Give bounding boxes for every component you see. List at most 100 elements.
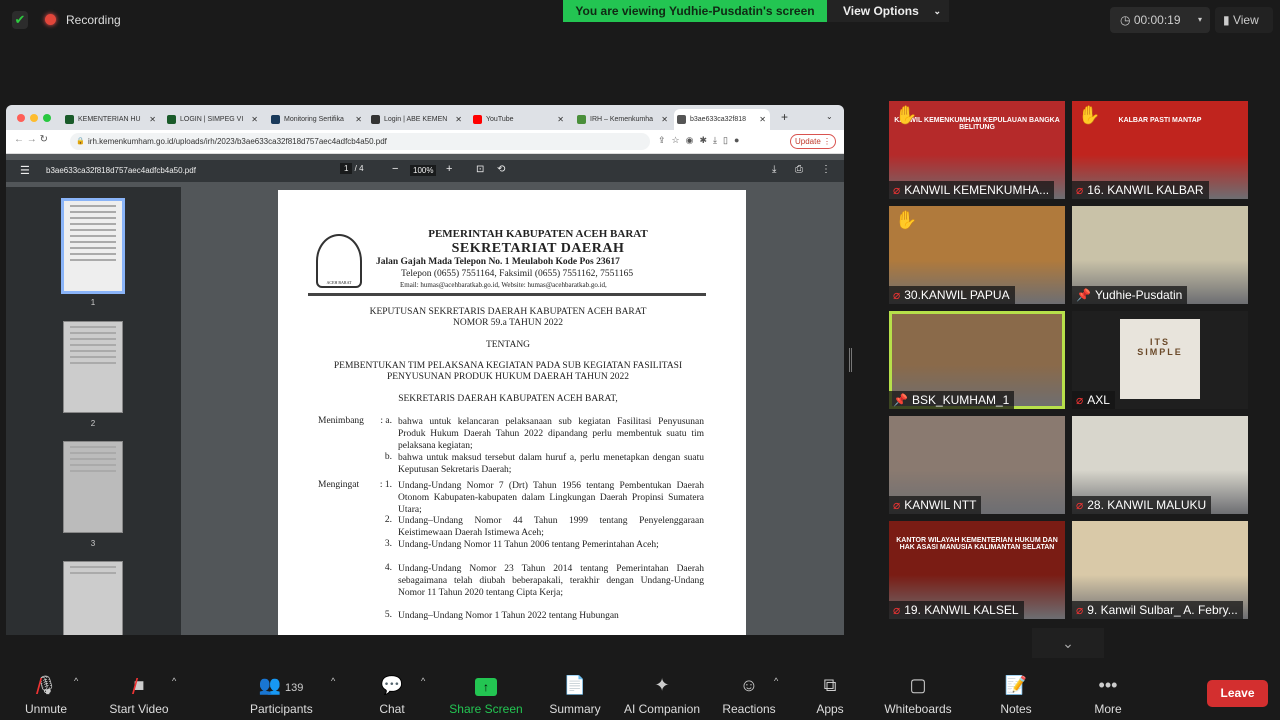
start-video-button[interactable]: ■ / Start Video (104, 672, 174, 716)
browser-tab[interactable]: Monitoring Sertifika ✕ (268, 109, 366, 130)
new-tab-button[interactable]: + (781, 110, 788, 124)
minimize-window-icon[interactable] (30, 114, 38, 122)
browser-tab[interactable]: b3ae633ca32f818 ✕ (674, 109, 770, 130)
tab-favicon-icon (473, 115, 482, 124)
shared-screen-browser: KEMENTERIAN HU ✕ LOGIN | SIMPEG VI ✕ Monitor… (6, 105, 844, 635)
more-button[interactable]: ••• More (1088, 672, 1128, 716)
close-window-icon[interactable] (17, 114, 25, 122)
reactions-button[interactable]: ☺ Reactions (720, 672, 778, 716)
raised-hand-icon: ✋ (895, 105, 918, 125)
participant-video-tile[interactable]: ✋ ⌀ 30.KANWIL PAPUA (889, 206, 1065, 304)
ai-companion-button[interactable]: ✦ AI Companion (620, 672, 704, 716)
participant-video-tile[interactable]: KANTOR WILAYAH KEMENTERIAN HUKUM DAN HAK… (889, 521, 1065, 619)
participant-name: ⌀ 19. KANWIL KALSEL (889, 601, 1024, 619)
doc-header-2: SEKRETARIAT DAERAH (451, 241, 625, 256)
video-options-caret[interactable]: ^ (172, 676, 176, 686)
chat-button[interactable]: 💬 Chat (372, 672, 412, 716)
back-icon[interactable]: ← (14, 134, 27, 145)
browser-tab[interactable]: KEMENTERIAN HU ✕ (62, 109, 160, 130)
url-input[interactable]: 🔒 irh.kemenkumham.go.id/uploads/irh/2023/… (70, 133, 650, 150)
extension-icon[interactable]: ◉ (686, 135, 700, 145)
more-dots-icon: ••• (1098, 675, 1118, 695)
close-tab-icon[interactable]: ✕ (455, 109, 462, 130)
zoom-out-icon[interactable]: − (392, 163, 398, 175)
close-tab-icon[interactable]: ✕ (557, 109, 564, 130)
panel-resize-handle[interactable] (849, 348, 852, 372)
participant-name: ⌀ 9. Kanwil Sulbar_ A. Febry... (1072, 601, 1243, 619)
fit-page-icon[interactable]: ⊡ (476, 164, 484, 175)
share-icon[interactable]: ⇪ (658, 135, 672, 145)
security-shield-icon[interactable]: ✔ (12, 11, 28, 29)
tab-search-icon[interactable]: ⌄ (826, 112, 833, 121)
whiteboards-button[interactable]: ▢ Whiteboards (880, 672, 956, 716)
leave-button[interactable]: Leave (1207, 680, 1268, 707)
page-thumbnail[interactable] (61, 198, 125, 294)
browser-tab[interactable]: IRH – Kemenkumha ✕ (574, 109, 672, 130)
participant-video-tile[interactable]: ⌀ KANWIL NTT (889, 416, 1065, 514)
close-tab-icon[interactable]: ✕ (759, 109, 766, 130)
participants-button[interactable]: 👥 139 Participants (250, 672, 313, 716)
browser-tab[interactable]: Login | ABE KEMEN ✕ (368, 109, 466, 130)
pdf-download-icon[interactable]: ⤓ (772, 164, 776, 175)
participant-video-tile[interactable]: 📌 Yudhie-Pusdatin (1072, 206, 1248, 304)
update-button[interactable]: Update ⋮ (790, 134, 836, 149)
bookmark-star-icon[interactable]: ☆ (672, 135, 686, 145)
profile-avatar[interactable]: ● (734, 135, 745, 145)
summary-button[interactable]: 📄 Summary (546, 672, 604, 716)
page-number-input[interactable]: 1 (340, 163, 353, 174)
participant-video-tile[interactable]: 📌 BSK_KUMHAM_1 (889, 311, 1065, 409)
share-screen-button[interactable]: ↑ Share Screen (448, 672, 524, 716)
browser-tab[interactable]: YouTube ✕ (470, 109, 568, 130)
view-options-button[interactable]: View Options ⌄ (827, 0, 949, 22)
apps-button[interactable]: ⧉ Apps (810, 672, 850, 716)
close-tab-icon[interactable]: ✕ (149, 109, 156, 130)
more-label: More (1094, 702, 1122, 716)
viewing-banner: You are viewing Yudhie-Pusdatin's screen (563, 0, 827, 22)
muted-mic-icon: ⌀ (1076, 393, 1084, 407)
reload-icon[interactable]: ↻ (40, 134, 48, 145)
download-icon[interactable]: ⤓ (713, 135, 723, 145)
participant-video-tile[interactable]: ⌀ 9. Kanwil Sulbar_ A. Febry... (1072, 521, 1248, 619)
doc-header-4: Telepon (0655) 7551164, Faksimil (0655) … (401, 269, 634, 279)
unmute-button[interactable]: 🎙 / Unmute (22, 672, 70, 716)
participants-caret[interactable]: ^ (331, 676, 335, 686)
pdf-page: ACEH BARAT PEMERINTAH KABUPATEN ACEH BAR… (278, 190, 746, 635)
zoom-in-icon[interactable]: + (446, 163, 452, 175)
doc-title: KEPUTUSAN SEKRETARIS DAERAH KABUPATEN AC… (369, 307, 647, 317)
puzzle-icon[interactable]: ✱ (699, 135, 713, 145)
page-thumbnail[interactable] (63, 321, 123, 413)
reactions-caret[interactable]: ^ (774, 676, 778, 686)
chat-caret[interactable]: ^ (421, 676, 425, 686)
sidebar-icon[interactable]: ▯ (723, 135, 734, 145)
participant-video-tile[interactable]: ⌀ 28. KANWIL MALUKU (1072, 416, 1248, 514)
rotate-icon[interactable]: ⟲ (497, 164, 505, 175)
menu-icon[interactable]: ☰ (20, 164, 30, 177)
participant-video-tile[interactable]: ITS SIMPLE ⌀ AXL (1072, 311, 1248, 409)
notes-button[interactable]: 📝 Notes (996, 672, 1036, 716)
forward-icon[interactable]: → (27, 134, 40, 145)
notes-label: Notes (1000, 702, 1032, 716)
page-thumbnail[interactable] (63, 441, 123, 533)
close-tab-icon[interactable]: ✕ (661, 109, 668, 130)
lock-icon: 🔒 (76, 138, 85, 145)
maximize-window-icon[interactable] (43, 114, 51, 122)
page-thumbnail[interactable] (63, 561, 123, 635)
participant-name-text: KANWIL NTT (904, 498, 977, 512)
print-icon[interactable]: ⎙ (795, 164, 803, 175)
meeting-timer[interactable]: ◷ 00:00:19 ▾ (1110, 7, 1210, 33)
header-divider (308, 293, 706, 296)
gallery-next-button[interactable]: ⌄ (1032, 628, 1104, 658)
view-layout-button[interactable]: ▮ View (1215, 7, 1273, 33)
participant-name-text: 30.KANWIL PAPUA (904, 288, 1010, 302)
toolbar-icons: ⇪☆◉✱⤓▯● (658, 135, 745, 146)
zoom-input[interactable]: 100% (410, 165, 437, 176)
participant-name-text: 28. KANWIL MALUKU (1087, 498, 1207, 512)
browser-tab[interactable]: LOGIN | SIMPEG VI ✕ (164, 109, 262, 130)
close-tab-icon[interactable]: ✕ (355, 109, 362, 130)
participant-video-tile[interactable]: KANWIL KEMENKUMHAM KEPULAUAN BANGKA BELI… (889, 101, 1065, 199)
close-tab-icon[interactable]: ✕ (251, 109, 258, 130)
audio-options-caret[interactable]: ^ (74, 676, 78, 686)
participant-video-tile[interactable]: KALBAR PASTI MANTAP ✋ ⌀ 16. KANWIL KALBAR (1072, 101, 1248, 199)
more-options-icon[interactable]: ⋮ (821, 164, 831, 175)
participants-label: Participants (250, 702, 313, 716)
